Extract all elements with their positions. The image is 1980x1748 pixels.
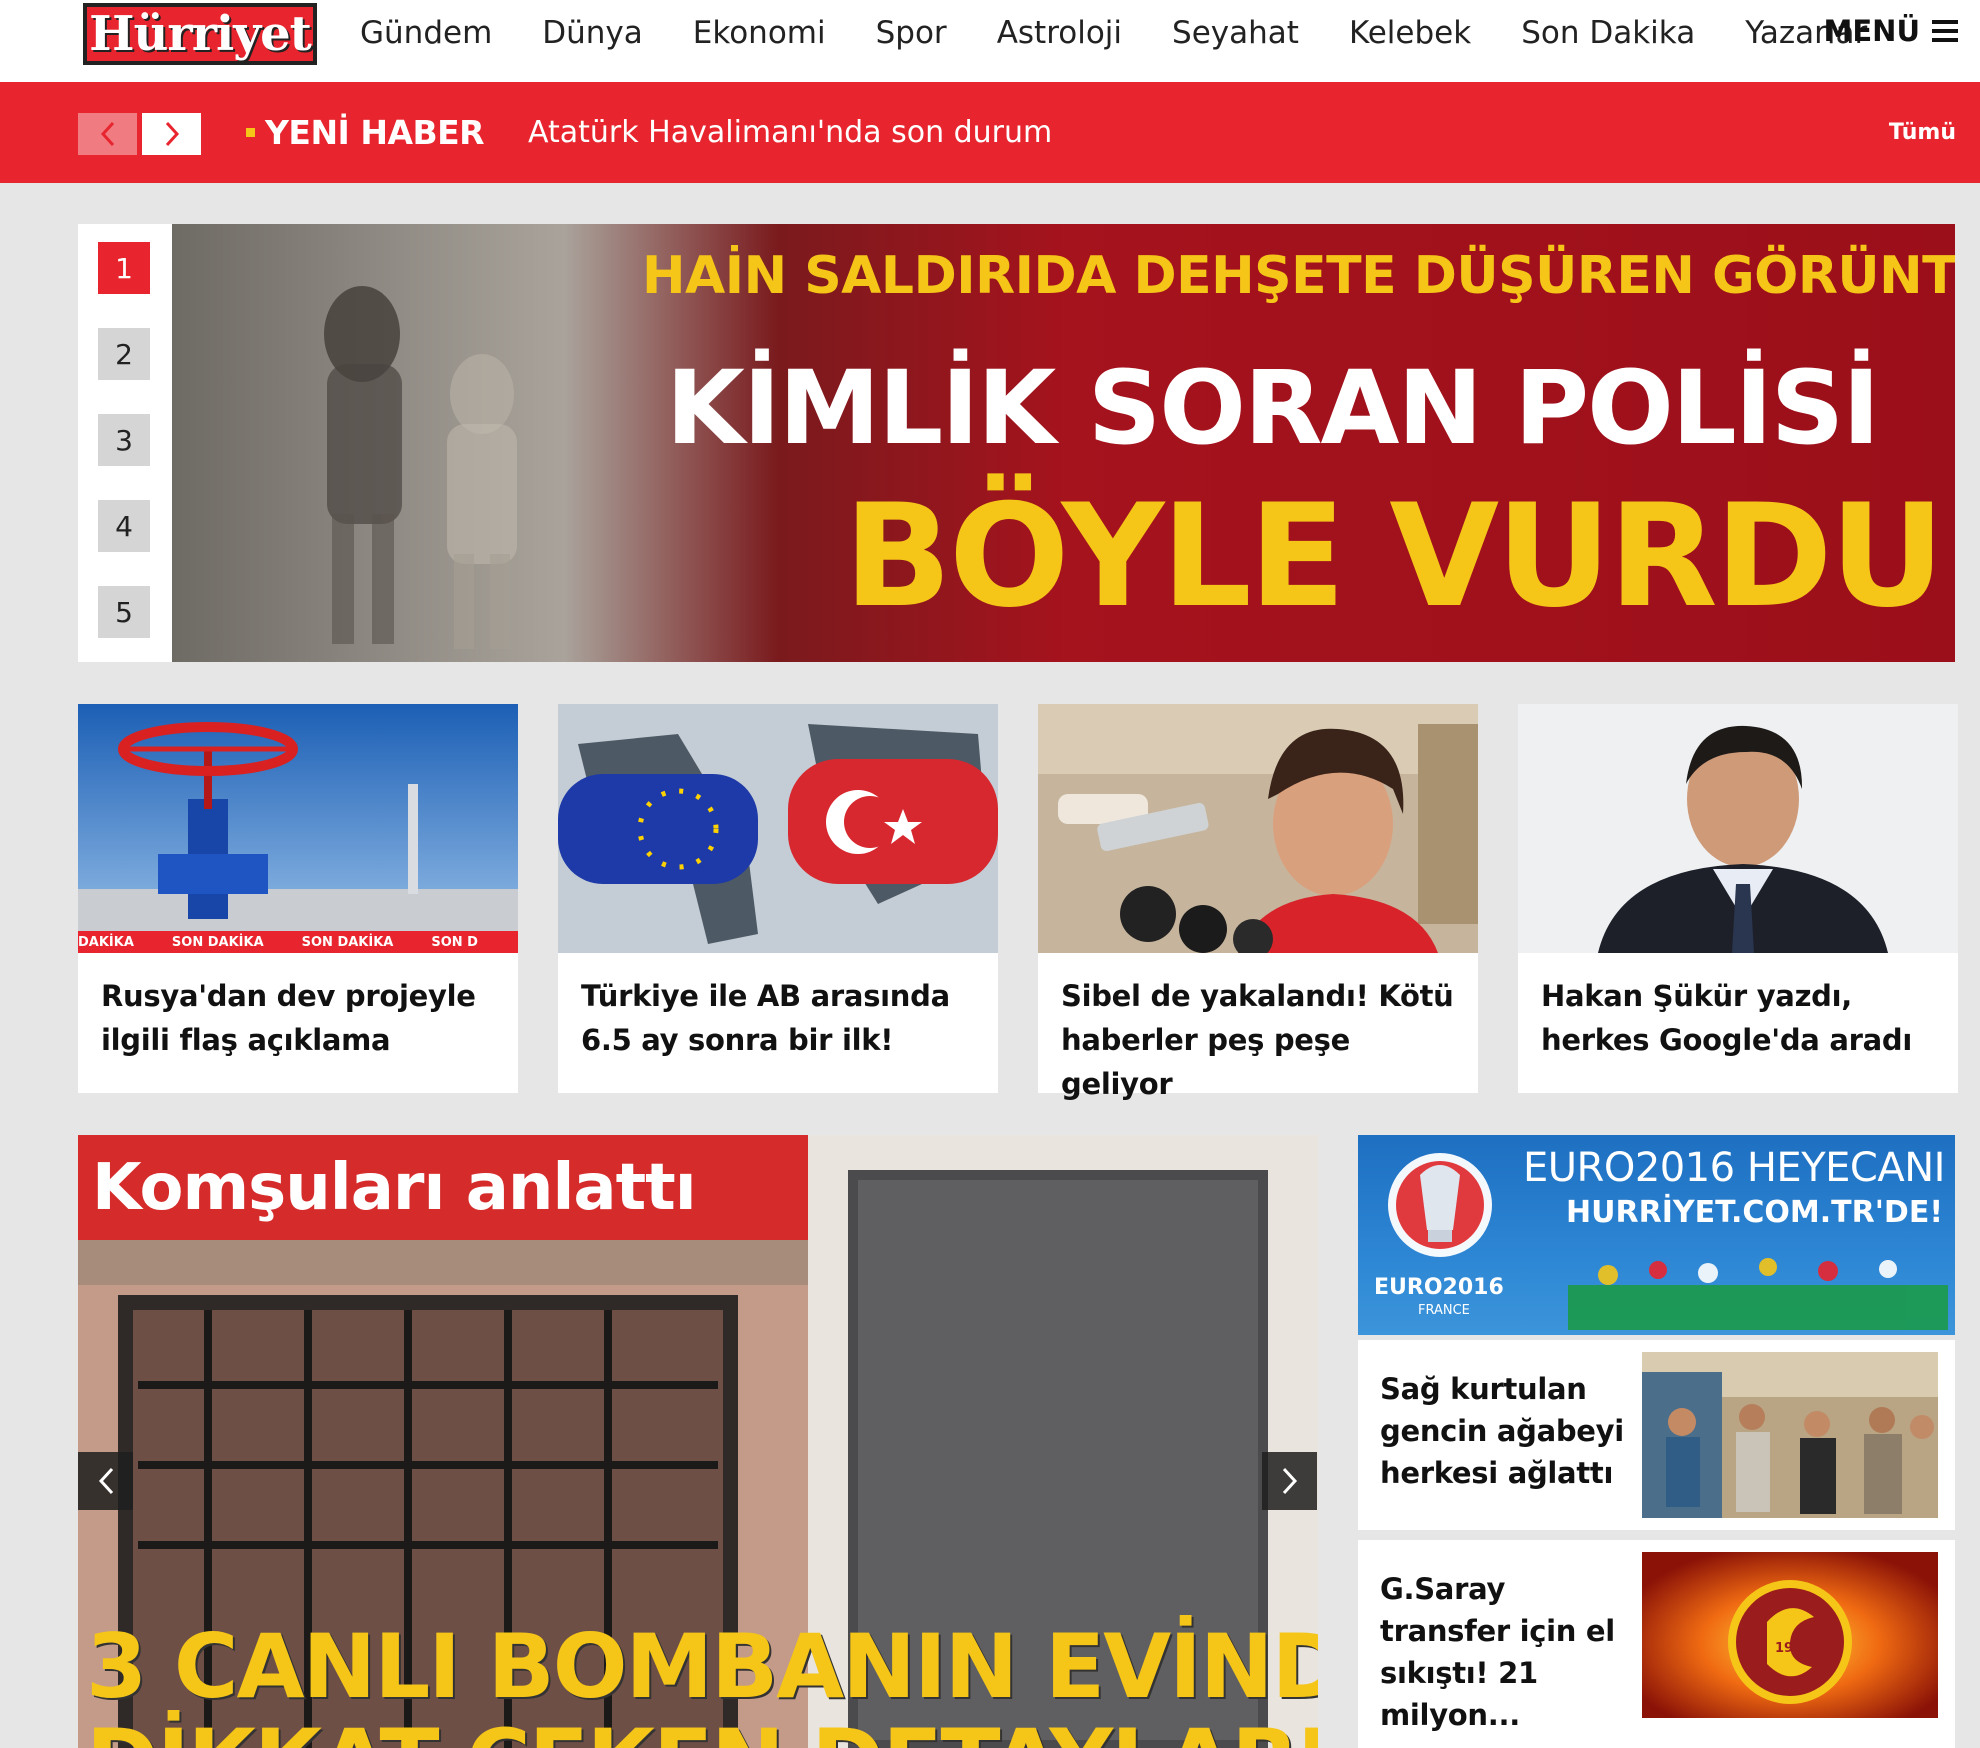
man-in-suit-image — [1518, 704, 1958, 953]
hero-page-4[interactable]: 4 — [98, 500, 150, 552]
hamburger-icon — [1932, 15, 1958, 47]
side-news-title: G.Saray transfer için el sıkıştı! 21 mil… — [1380, 1572, 1615, 1732]
news-card-russia[interactable]: DAKİKA SON DAKİKA SON DAKİKA SON D Rusya… — [78, 704, 518, 1093]
galatasaray-logo-image: 1905 — [1642, 1552, 1938, 1718]
nav-item-spor[interactable]: Spor — [876, 15, 947, 51]
ad-line2: HURRİYET.COM.TR'DE! — [1566, 1195, 1943, 1230]
side-news-item[interactable]: G.Saray transfer için el sıkıştı! 21 mil… — [1358, 1540, 1955, 1748]
logo-text: Hürriyet — [89, 6, 312, 62]
card-title: Sibel de yakalandı! Kötü haberler peş pe… — [1061, 979, 1454, 1101]
cctv-figures-image — [324, 286, 517, 649]
nav-item-ekonomi[interactable]: Ekonomi — [693, 15, 826, 51]
hero-image-link[interactable]: HAİN SALDIRIDA DEHŞETE DÜŞÜREN GÖRÜNTÜ K… — [172, 224, 1955, 662]
hero-title-line1: KİMLİK SORAN POLİSİ — [665, 349, 1880, 468]
chevron-right-icon — [165, 121, 179, 147]
big-news-slider[interactable]: Komşuları anlattı 3 CANLI BOMBANIN EVİND… — [78, 1135, 1318, 1748]
nav-item-dunya[interactable]: Dünya — [542, 15, 643, 51]
badge-year: 1905 — [1775, 1641, 1811, 1656]
big-slider-headline: 3 CANLI BOMBANIN EVİNDE — [86, 1615, 1318, 1718]
hero-title-line2: BÖYLE VURDU — [843, 474, 1945, 639]
strip-text-2: SON DAKİKA — [171, 934, 264, 950]
breaking-label: YENİ HABER — [246, 82, 485, 183]
hero-pager: 1 2 3 4 5 — [78, 224, 172, 662]
strip-text-3: SON DAKİKA — [301, 934, 394, 950]
ad-line1: EURO2016 HEYECANI — [1523, 1145, 1945, 1191]
news-card-sibel[interactable]: Sibel de yakalandı! Kötü haberler peş pe… — [1038, 704, 1478, 1101]
chevron-right-icon — [1282, 1467, 1297, 1495]
hero-page-3[interactable]: 3 — [98, 414, 150, 466]
news-card-eu-turkey[interactable]: Türkiye ile AB arasında 6.5 ay sonra bir… — [558, 704, 998, 1093]
gas-valve-image: DAKİKA SON DAKİKA SON DAKİKA SON D — [78, 704, 518, 953]
breaking-prev-button[interactable] — [78, 113, 137, 155]
hero-page-5[interactable]: 5 — [98, 586, 150, 638]
nav-item-kelebek[interactable]: Kelebek — [1349, 15, 1471, 51]
menu-label: MENÜ — [1823, 14, 1921, 48]
nav-item-astroloji[interactable]: Astroloji — [997, 15, 1122, 51]
big-slider-headline-2: DİKKAT ÇEKEN DETAYLARI — [86, 1710, 1318, 1748]
nav-item-seyahat[interactable]: Seyahat — [1172, 15, 1299, 51]
hero-page-2[interactable]: 2 — [98, 328, 150, 380]
card-title: Türkiye ile AB arasında 6.5 ay sonra bir… — [581, 979, 950, 1057]
chevron-left-icon — [100, 121, 114, 147]
top-navigation: Hürriyet Gündem Dünya Ekonomi Spor Astro… — [0, 0, 1980, 82]
son-dakika-strip: DAKİKA SON DAKİKA SON DAKİKA SON D — [78, 931, 518, 953]
bullet-icon — [246, 128, 255, 137]
strip-text-1: DAKİKA — [78, 934, 134, 950]
hero-page-1[interactable]: 1 — [98, 242, 150, 294]
strip-text-4: SON D — [431, 934, 478, 950]
card-title: Rusya'dan dev projeyle ilgili flaş açıkl… — [101, 979, 476, 1057]
hero-slider: 1 2 3 4 5 HAİN SALDIRIDA DEHŞETE DÜŞÜREN… — [78, 224, 1955, 662]
card-title: Hakan Şükür yazdı, herkes Google'da arad… — [1541, 979, 1913, 1057]
breaking-headline-link[interactable]: Atatürk Havalimanı'nda son durum — [528, 82, 1052, 183]
side-news-title: Sağ kurtulan gencin ağabeyi herkesi ağla… — [1380, 1372, 1624, 1490]
big-slider-title: Komşuları anlattı — [78, 1135, 808, 1240]
hurriyet-logo[interactable]: Hürriyet — [83, 3, 317, 65]
nav-item-son-dakika[interactable]: Son Dakika — [1521, 15, 1695, 51]
main-nav: Gündem Dünya Ekonomi Spor Astroloji Seya… — [360, 0, 1917, 66]
airport-crowd-image — [1642, 1352, 1938, 1518]
breaking-news-bar: YENİ HABER Atatürk Havalimanı'nda son du… — [0, 82, 1980, 183]
eu-turkey-fists-image — [558, 704, 998, 953]
side-news-item[interactable]: Sağ kurtulan gencin ağabeyi herkesi ağla… — [1358, 1340, 1955, 1530]
big-slider-prev-button[interactable] — [78, 1452, 133, 1510]
news-card-hakan-sukur[interactable]: Hakan Şükür yazdı, herkes Google'da arad… — [1518, 704, 1958, 1093]
euro2016-ad-banner[interactable]: EURO2016 HEYECANI HURRİYET.COM.TR'DE! EU… — [1358, 1135, 1955, 1335]
breaking-all-link[interactable]: Tümü — [1889, 82, 1956, 183]
ad-euro-logo-sub: FRANCE — [1418, 1303, 1470, 1318]
hero-overline: HAİN SALDIRIDA DEHŞETE DÜŞÜREN GÖRÜNTÜ — [642, 246, 1955, 306]
nav-item-gundem[interactable]: Gündem — [360, 15, 492, 51]
big-slider-next-button[interactable] — [1262, 1452, 1317, 1510]
woman-microphones-image — [1038, 704, 1478, 953]
breaking-next-button[interactable] — [142, 113, 201, 155]
ad-euro-logo: EURO2016 — [1374, 1275, 1504, 1300]
breaking-label-text: YENİ HABER — [265, 113, 485, 152]
menu-button[interactable]: MENÜ — [1823, 0, 1958, 62]
chevron-left-icon — [98, 1467, 113, 1495]
